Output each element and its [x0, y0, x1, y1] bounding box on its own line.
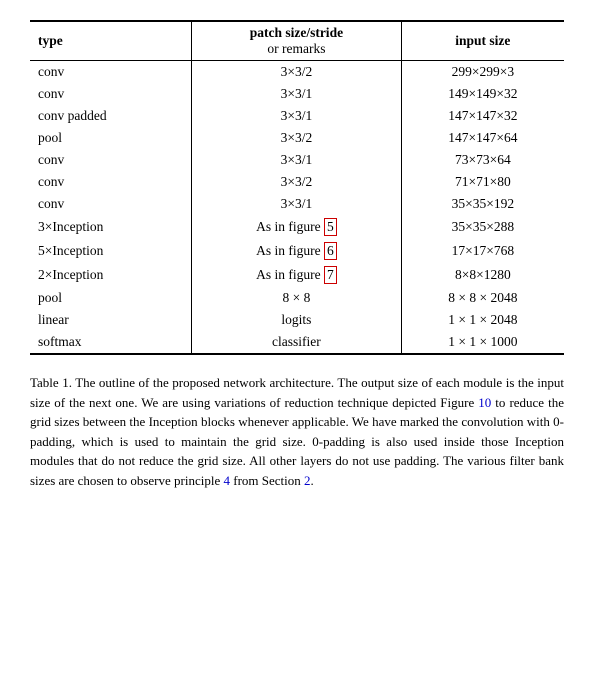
cell-type: 5×Inception [30, 239, 192, 263]
table-row: conv3×3/135×35×192 [30, 193, 564, 215]
table-row: 3×InceptionAs in figure 535×35×288 [30, 215, 564, 239]
cell-patch: 3×3/2 [192, 61, 402, 84]
table-row: pool8 × 88 × 8 × 2048 [30, 287, 564, 309]
figure-link-highlight[interactable]: 7 [324, 266, 337, 284]
cell-type: conv [30, 61, 192, 84]
table-row: linearlogits1 × 1 × 2048 [30, 309, 564, 331]
table-row: conv3×3/271×71×80 [30, 171, 564, 193]
col-header-input: input size [401, 21, 564, 61]
figure-link-highlight[interactable]: 6 [324, 242, 337, 260]
cell-input: 149×149×32 [401, 83, 564, 105]
caption-link-10[interactable]: 10 [478, 395, 491, 410]
cell-input: 147×147×64 [401, 127, 564, 149]
cell-type: conv [30, 83, 192, 105]
cell-type: softmax [30, 331, 192, 354]
cell-input: 73×73×64 [401, 149, 564, 171]
cell-patch: 3×3/1 [192, 83, 402, 105]
cell-patch: 3×3/2 [192, 127, 402, 149]
col-header-patch: patch size/stride or remarks [192, 21, 402, 61]
cell-type: conv [30, 149, 192, 171]
table-row: conv padded3×3/1147×147×32 [30, 105, 564, 127]
cell-type: conv [30, 171, 192, 193]
cell-patch: logits [192, 309, 402, 331]
cell-patch: As in figure 7 [192, 263, 402, 287]
cell-patch: As in figure 5 [192, 215, 402, 239]
table-row: pool3×3/2147×147×64 [30, 127, 564, 149]
cell-type: conv [30, 193, 192, 215]
cell-input: 147×147×32 [401, 105, 564, 127]
caption-text-middle2: from Section [230, 473, 304, 488]
cell-input: 71×71×80 [401, 171, 564, 193]
cell-patch: 3×3/1 [192, 149, 402, 171]
cell-patch: 3×3/2 [192, 171, 402, 193]
table-row: conv3×3/173×73×64 [30, 149, 564, 171]
cell-type: pool [30, 287, 192, 309]
cell-input: 17×17×768 [401, 239, 564, 263]
col-header-type: type [30, 21, 192, 61]
cell-input: 8 × 8 × 2048 [401, 287, 564, 309]
cell-type: linear [30, 309, 192, 331]
table-row: softmaxclassifier1 × 1 × 1000 [30, 331, 564, 354]
cell-patch: 3×3/1 [192, 193, 402, 215]
cell-input: 35×35×288 [401, 215, 564, 239]
cell-type: conv padded [30, 105, 192, 127]
table-row: 5×InceptionAs in figure 617×17×768 [30, 239, 564, 263]
architecture-table: type patch size/stride or remarks input … [30, 20, 564, 355]
cell-type: 3×Inception [30, 215, 192, 239]
table-row: conv3×3/2299×299×3 [30, 61, 564, 84]
cell-input: 8×8×1280 [401, 263, 564, 287]
cell-input: 35×35×192 [401, 193, 564, 215]
table-row: 2×InceptionAs in figure 78×8×1280 [30, 263, 564, 287]
cell-patch: 8 × 8 [192, 287, 402, 309]
cell-type: pool [30, 127, 192, 149]
table-caption: Table 1. The outline of the proposed net… [30, 373, 564, 490]
cell-input: 1 × 1 × 1000 [401, 331, 564, 354]
cell-patch: 3×3/1 [192, 105, 402, 127]
caption-text-suffix: . [311, 473, 314, 488]
table-row: conv3×3/1149×149×32 [30, 83, 564, 105]
cell-patch: classifier [192, 331, 402, 354]
cell-input: 299×299×3 [401, 61, 564, 84]
cell-input: 1 × 1 × 2048 [401, 309, 564, 331]
figure-link-highlight[interactable]: 5 [324, 218, 337, 236]
cell-patch: As in figure 6 [192, 239, 402, 263]
cell-type: 2×Inception [30, 263, 192, 287]
